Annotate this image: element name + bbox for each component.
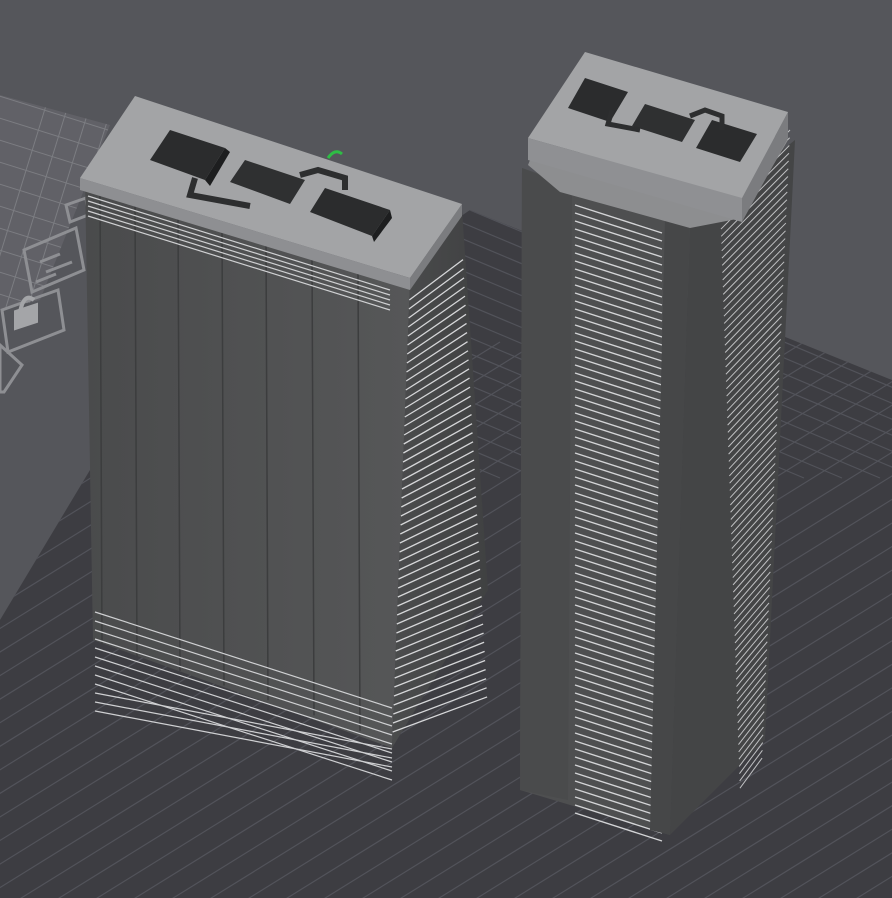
3d-viewport[interactable]: [0, 0, 892, 898]
tower-right[interactable]: [520, 52, 795, 842]
